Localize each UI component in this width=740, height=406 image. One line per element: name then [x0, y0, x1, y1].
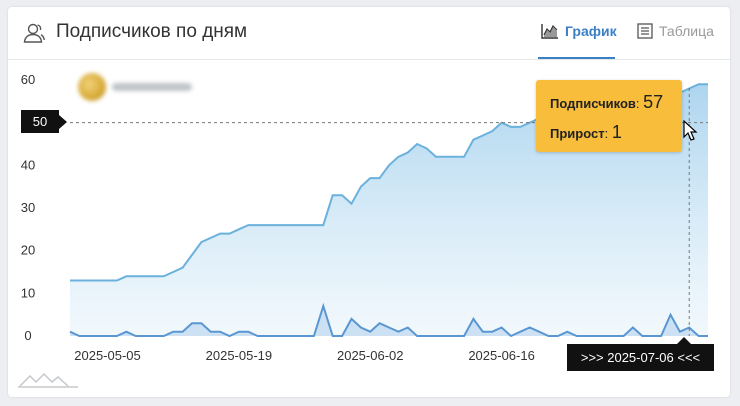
y-tick-label: 60: [21, 72, 35, 87]
tooltip-subscribers-value: 57: [643, 92, 664, 112]
mountain-logo-icon: [18, 372, 78, 388]
mouse-pointer-icon: [683, 120, 698, 141]
y-tick-label: 20: [21, 243, 35, 258]
crosshair-y-label: 50: [21, 110, 59, 133]
tooltip-growth-label: Прирост: [550, 126, 605, 141]
subscribers-card: Подписчиков по дням График Таблица 0 10 …: [8, 7, 730, 397]
tooltip-subscribers-row: Подписчиков: 57: [550, 92, 664, 112]
crosshair-y-label-arrow: [59, 115, 67, 129]
x-tick-label: 2025-05-05: [74, 348, 141, 363]
y-tick-label: 10: [21, 285, 35, 300]
tooltip-growth-value: 1: [611, 122, 622, 142]
subscribers-area-chart[interactable]: 0 10 20 30 40 50 60 2025-05-05 2025-05-19 2025-0…: [8, 7, 730, 397]
y-tick-label: 0: [24, 328, 31, 343]
x-tick-label: 2025-05-19: [206, 348, 273, 363]
crosshair-x-label: >>> 2025-07-06 <<<: [567, 344, 714, 371]
chart-tooltip: Подписчиков: 57 Прирост: 1: [536, 80, 682, 152]
tooltip-subscribers-label: Подписчиков: [550, 96, 636, 111]
x-tick-label: 2025-06-02: [337, 348, 404, 363]
crosshair-x-label-arrow: [677, 337, 691, 344]
y-tick-label: 40: [21, 157, 35, 172]
tooltip-growth-row: Прирост: 1: [550, 122, 622, 142]
x-tick-label: 2025-06-16: [468, 348, 535, 363]
y-tick-label: 30: [21, 200, 35, 215]
